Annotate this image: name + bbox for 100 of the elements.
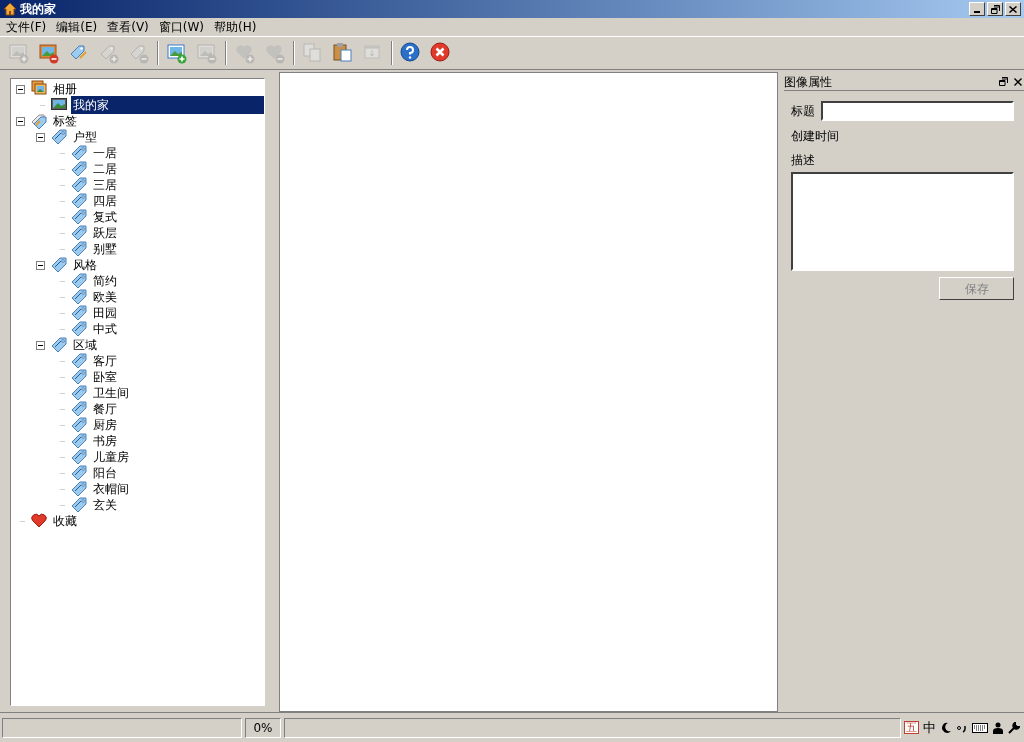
tag-icon — [71, 304, 87, 322]
input-mode-button[interactable]: 五 — [904, 721, 919, 734]
tag-icon — [71, 272, 87, 290]
close-icon — [430, 42, 452, 64]
window-title: 我的家 — [20, 1, 56, 18]
tree-item[interactable]: 卧室 — [91, 368, 119, 386]
tag-icon — [71, 208, 87, 226]
tree-item[interactable]: 我的家 — [71, 96, 264, 114]
tag-icon — [71, 160, 87, 178]
description-field[interactable] — [791, 172, 1014, 271]
tree-item[interactable]: 儿童房 — [91, 448, 131, 466]
minimize-icon — [974, 11, 980, 13]
tag-minus-icon — [128, 42, 150, 64]
field-label: 标题 — [791, 103, 815, 120]
tag-icon — [51, 128, 67, 146]
tag-icon — [71, 240, 87, 258]
tag-icon — [71, 144, 87, 162]
album-icon — [31, 80, 47, 98]
menu-item[interactable]: 编辑(E) — [52, 18, 102, 36]
collapse-icon[interactable] — [36, 340, 45, 350]
tree-item[interactable]: 别墅 — [91, 240, 119, 258]
float-icon[interactable] — [999, 77, 1008, 86]
collapse-icon[interactable] — [16, 116, 25, 126]
tree-item[interactable]: 书房 — [91, 432, 119, 450]
keyboard-icon[interactable] — [972, 722, 988, 733]
close-icon — [1009, 5, 1017, 13]
tree-item[interactable]: 卫生间 — [91, 384, 131, 402]
tag-icon — [71, 368, 87, 386]
field-label: 创建时间 — [791, 128, 840, 145]
tree-item[interactable]: 风格 — [71, 256, 99, 274]
tree-item[interactable]: 欧美 — [91, 288, 119, 306]
tag-icon — [71, 352, 87, 370]
tag-icon — [71, 480, 87, 498]
language-button[interactable]: 中 — [923, 717, 936, 738]
collapse-icon[interactable] — [36, 260, 45, 270]
tree-item[interactable]: 收藏 — [51, 512, 79, 530]
tag-icon — [71, 448, 87, 466]
heart-plus-icon — [234, 42, 256, 64]
heart-minus-icon — [264, 42, 286, 64]
tree-item[interactable]: 三居 — [91, 176, 119, 194]
tree-item[interactable]: 二居 — [91, 160, 119, 178]
tag-icon — [71, 192, 87, 210]
tree-item[interactable]: 田园 — [91, 304, 119, 322]
tree-item[interactable]: 四居 — [91, 192, 119, 210]
menu-item[interactable]: 文件(F) — [2, 18, 51, 36]
restore-icon — [990, 4, 1000, 14]
close-button[interactable] — [1005, 2, 1021, 16]
collapse-icon[interactable] — [36, 132, 45, 142]
person-icon[interactable] — [992, 721, 1004, 734]
help-icon — [400, 42, 422, 64]
tree-item[interactable]: 户型 — [71, 128, 99, 146]
tree-item[interactable]: 厨房 — [91, 416, 119, 434]
tree-item[interactable]: 区域 — [71, 336, 99, 354]
tree-item[interactable]: 中式 — [91, 320, 119, 338]
tag-plus-icon — [98, 42, 120, 64]
wrench-icon[interactable] — [1008, 721, 1020, 734]
progress-text: 0% — [245, 717, 281, 738]
tag-icon — [71, 224, 87, 242]
picture-minus-icon — [196, 42, 218, 64]
tag-icon — [71, 288, 87, 306]
tags-icon — [31, 112, 47, 130]
tag-icon — [71, 496, 87, 514]
tag-icon — [71, 464, 87, 482]
house-icon — [3, 2, 17, 16]
panel-title: 图像属性 — [784, 73, 832, 91]
tree-item[interactable]: 衣帽间 — [91, 480, 131, 498]
tree-item[interactable]: 简约 — [91, 272, 119, 290]
paste-icon — [332, 42, 354, 64]
tree-item[interactable]: 跃层 — [91, 224, 119, 242]
tag-icon — [71, 416, 87, 434]
menu-item[interactable]: 查看(V) — [103, 18, 153, 36]
tree-item[interactable]: 复式 — [91, 208, 119, 226]
tree-item[interactable]: 玄关 — [91, 496, 119, 514]
tag-icon — [51, 256, 67, 274]
tag-icon — [51, 336, 67, 354]
field-label: 描述 — [791, 152, 816, 169]
tree-item[interactable]: 标签 — [51, 112, 79, 130]
tag-icon — [71, 432, 87, 450]
tag-icon — [71, 384, 87, 402]
tag-icon — [71, 320, 87, 338]
picture-plus-icon — [8, 42, 30, 64]
picture-plus-icon — [166, 42, 188, 64]
tree-item[interactable]: 客厅 — [91, 352, 119, 370]
copy-icon — [302, 42, 324, 64]
tag-icon — [71, 400, 87, 418]
collapse-icon[interactable] — [16, 84, 25, 94]
tree-item[interactable]: 餐厅 — [91, 400, 119, 418]
minimize-button[interactable] — [969, 2, 985, 16]
tree-item[interactable]: 相册 — [51, 80, 79, 98]
moon-icon[interactable] — [940, 721, 952, 734]
heart-icon — [31, 512, 47, 530]
title-field[interactable] — [821, 101, 1014, 121]
tree-item[interactable]: 一居 — [91, 144, 119, 162]
menu-item[interactable]: 帮助(H) — [210, 18, 261, 36]
close-icon[interactable] — [1014, 77, 1022, 86]
menu-item[interactable]: 窗口(W) — [154, 18, 209, 36]
restore-button[interactable] — [987, 2, 1003, 16]
tag-icon — [71, 176, 87, 194]
picture-minus-icon — [38, 42, 60, 64]
tree-item[interactable]: 阳台 — [91, 464, 119, 482]
